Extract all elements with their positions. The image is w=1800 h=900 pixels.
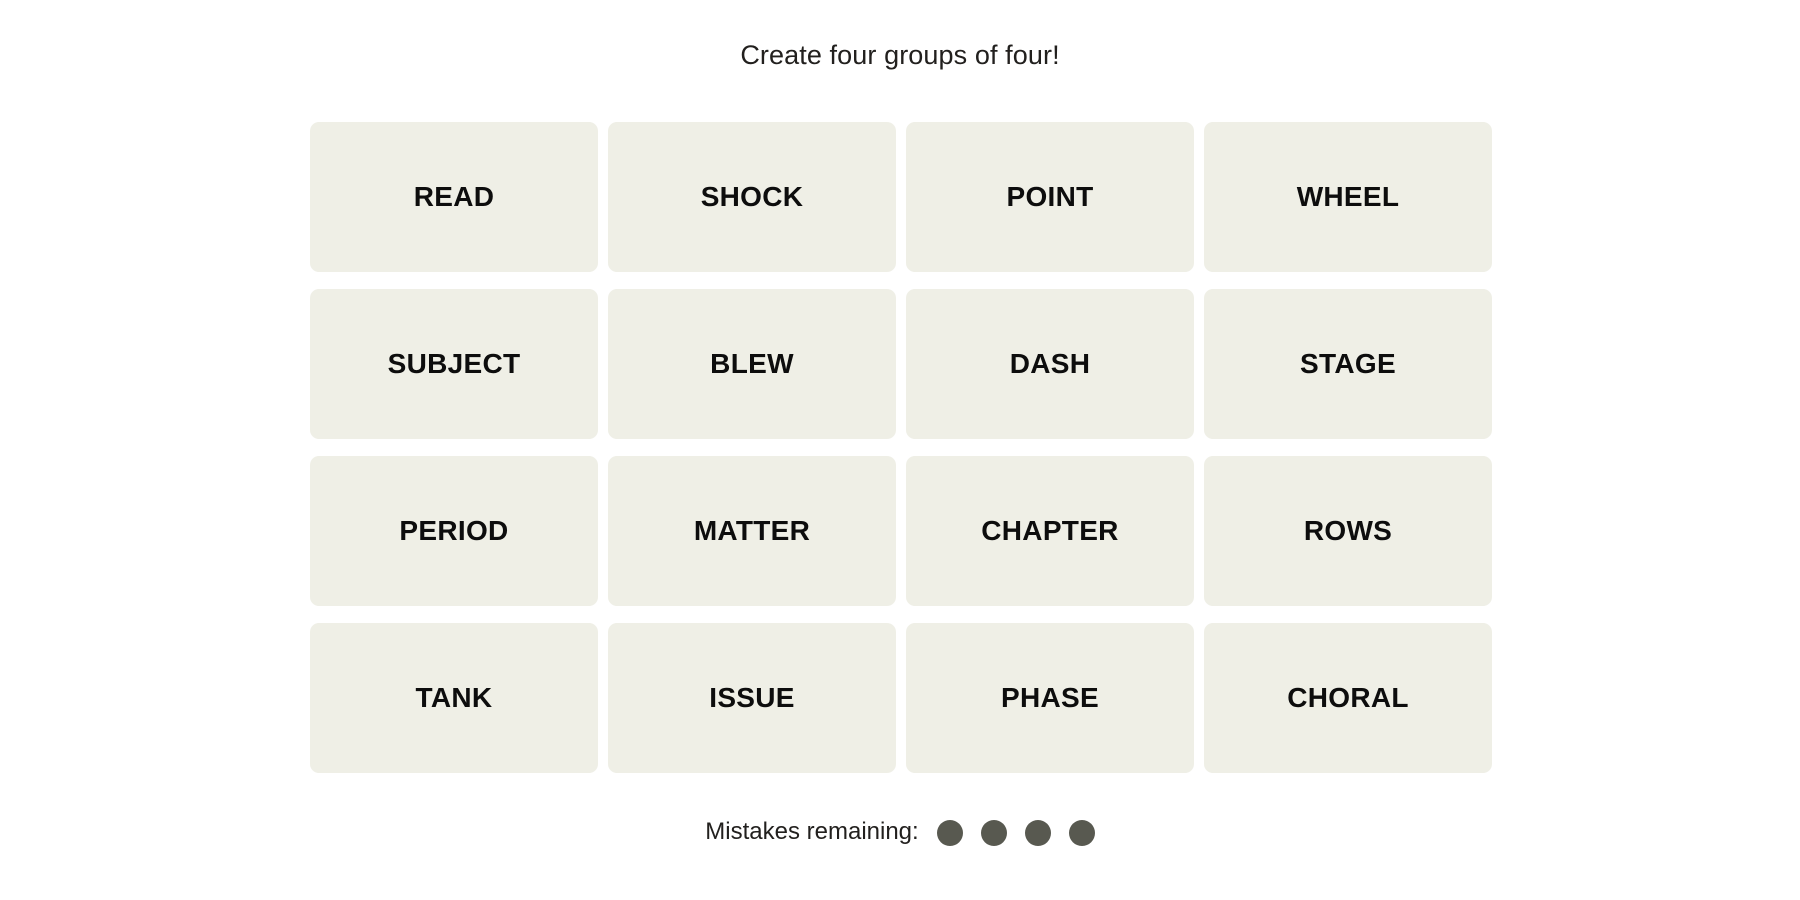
word-tile-issue[interactable]: ISSUE — [608, 623, 896, 773]
word-tile-label: PERIOD — [399, 515, 509, 546]
mistake-dot-icon — [936, 820, 963, 846]
word-tile-label: SUBJECT — [387, 348, 521, 379]
word-tile-blew[interactable]: BLEW — [608, 289, 896, 439]
mistake-dot-icon — [1024, 820, 1051, 846]
word-tile-phase[interactable]: PHASE — [906, 623, 1194, 773]
word-tile-label: ROWS — [1303, 515, 1393, 546]
mistakes-remaining-bar: Mistakes remaining: — [0, 812, 1800, 852]
word-tile-chapter[interactable]: CHAPTER — [906, 456, 1194, 606]
word-tile-shock[interactable]: SHOCK — [608, 122, 896, 272]
word-tile-label: ISSUE — [709, 682, 795, 713]
word-tile-label: CHAPTER — [981, 515, 1119, 546]
word-tile-label: PHASE — [1001, 682, 1099, 713]
word-tile-dash[interactable]: DASH — [906, 289, 1194, 439]
word-tile-label: MATTER — [693, 515, 811, 546]
word-tile-label: STAGE — [1300, 348, 1396, 379]
word-tile-label: TANK — [415, 682, 493, 713]
word-tile-choral[interactable]: CHORAL — [1204, 623, 1492, 773]
word-tile-label: READ — [413, 181, 495, 212]
word-tile-read[interactable]: READ — [310, 122, 598, 272]
word-tile-subject[interactable]: SUBJECT — [310, 289, 598, 439]
word-tile-wheel[interactable]: WHEEL — [1204, 122, 1492, 272]
word-tile-label: WHEEL — [1296, 181, 1400, 212]
word-tile-tank[interactable]: TANK — [310, 623, 598, 773]
page-title: Create four groups of four! — [740, 40, 1060, 70]
connections-game-board: Create four groups of four! READ SHOCK P… — [0, 0, 1800, 900]
word-tile-matter[interactable]: MATTER — [608, 456, 896, 606]
word-tile-rows[interactable]: ROWS — [1204, 456, 1492, 606]
word-tile-period[interactable]: PERIOD — [310, 456, 598, 606]
word-tile-stage[interactable]: STAGE — [1204, 289, 1492, 439]
mistakes-remaining-label: Mistakes remaining: — [705, 818, 919, 845]
word-tile-label: SHOCK — [700, 181, 804, 212]
mistakes-dot-group — [936, 820, 1095, 846]
word-tile-grid: READ SHOCK POINT WHEEL SUBJECT BLEW DASH… — [310, 122, 1492, 773]
word-tile-label: POINT — [1006, 181, 1094, 212]
word-tile-label: BLEW — [710, 348, 794, 379]
mistake-dot-icon — [1068, 820, 1095, 846]
word-tile-point[interactable]: POINT — [906, 122, 1194, 272]
word-tile-label: CHORAL — [1287, 682, 1409, 713]
mistake-dot-icon — [980, 820, 1007, 846]
word-tile-label: DASH — [1009, 348, 1091, 379]
